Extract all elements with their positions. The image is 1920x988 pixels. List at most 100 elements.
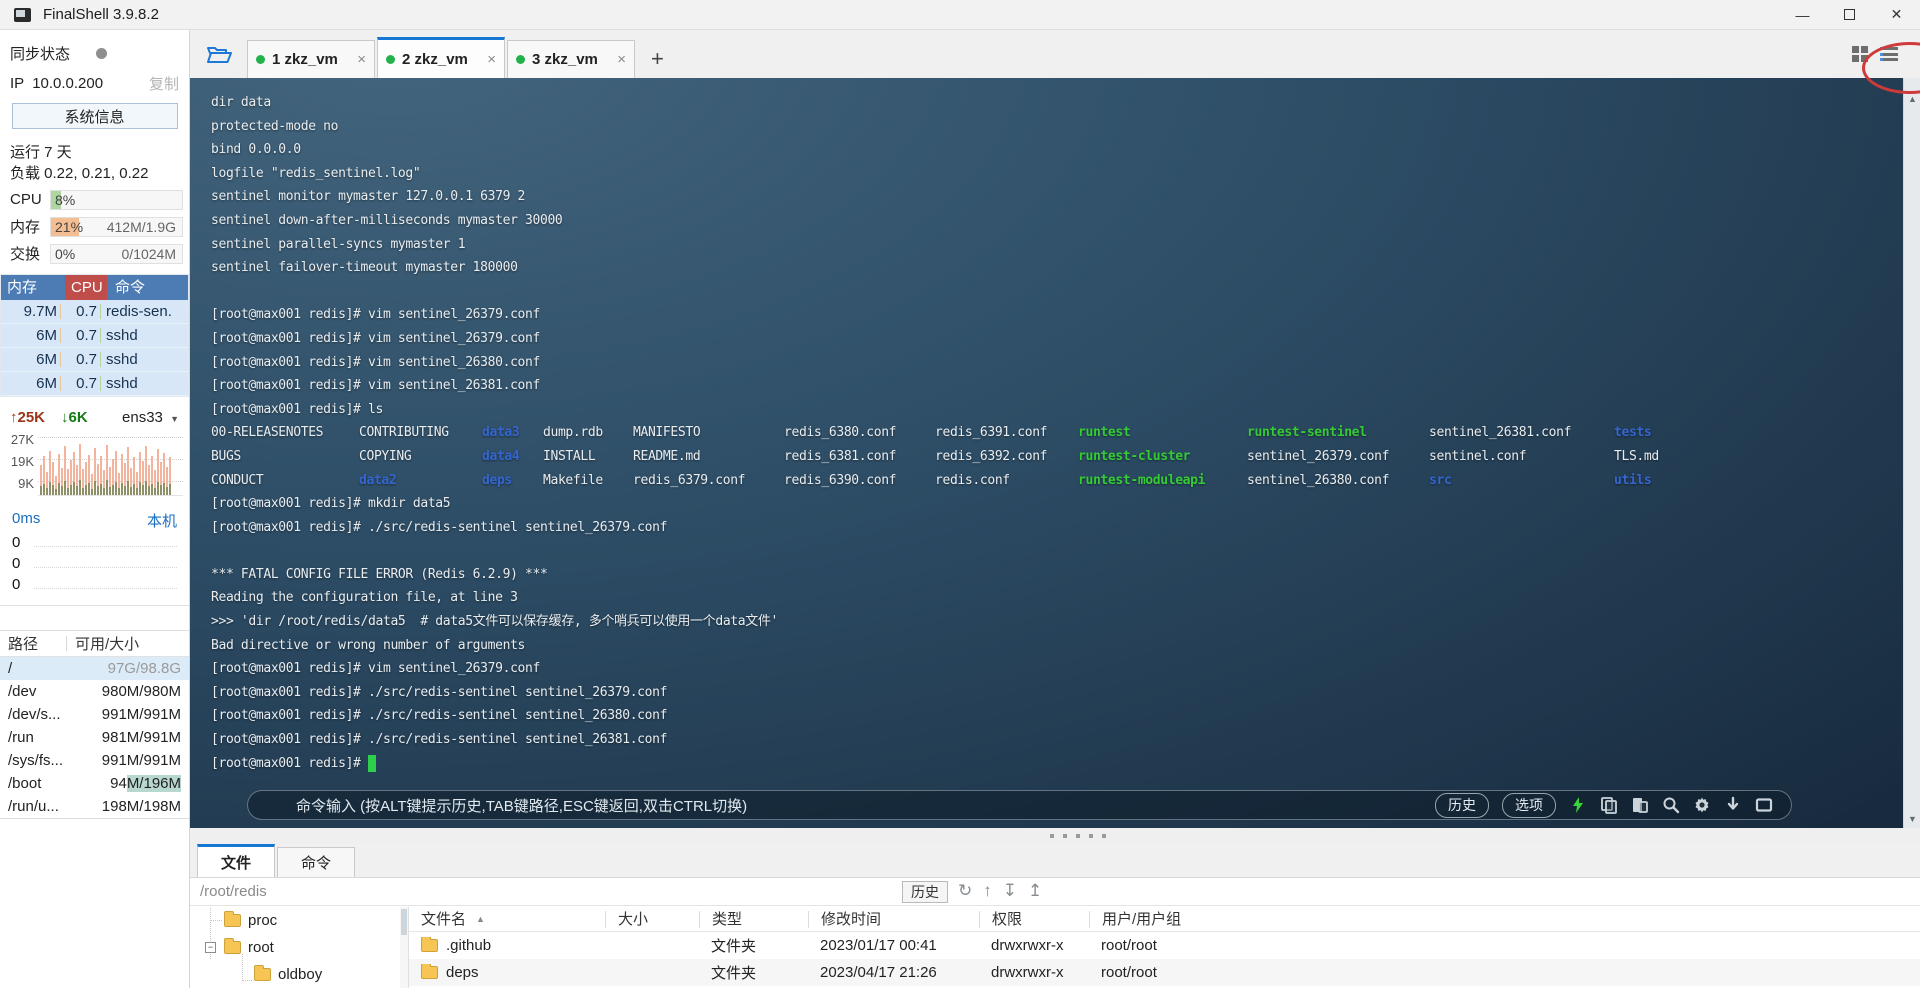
file-row[interactable]: .github文件夹2023/01/17 00:41drwxrwxr-xroot… [409, 932, 1920, 959]
terminal-line: [root@max001 redis]# mkdir data5 [211, 492, 1880, 516]
process-row[interactable]: 6M0.7sshd [1, 372, 188, 396]
process-row[interactable]: 9.7M0.7redis-sen. [1, 300, 188, 324]
monitor-icon[interactable] [1755, 796, 1773, 814]
tab-close-icon[interactable]: × [357, 51, 366, 68]
layout-grid-icon[interactable] [1852, 46, 1868, 62]
tree-item-root[interactable]: − root [190, 934, 408, 961]
terminal-scrollbar[interactable]: ▲ ▼ [1903, 78, 1920, 828]
disk-row[interactable]: /boot94M/196M [0, 772, 189, 795]
terminal-line: sentinel parallel-syncs mymaster 1 [211, 233, 1880, 257]
refresh-icon[interactable]: ↻ [958, 881, 972, 901]
path-history-button[interactable]: 历史 [902, 881, 948, 903]
terminal-line: [root@max001 redis]# [211, 752, 1880, 776]
column-header-size[interactable]: 大小 [605, 911, 699, 928]
splitter-handle-icon[interactable] [1050, 834, 1106, 838]
terminal-line: BUGSCOPYINGdata4INSTALLREADME.mdredis_63… [211, 445, 1880, 469]
terminal-area[interactable]: dir dataprotected-mode nobind 0.0.0.0log… [190, 78, 1920, 828]
column-header-filename[interactable]: 文件名▲ [409, 911, 605, 928]
copy-ip-button[interactable]: 复制 [149, 73, 179, 94]
scroll-down-icon[interactable]: ▼ [1904, 814, 1920, 824]
terminal-output: dir dataprotected-mode nobind 0.0.0.0log… [211, 91, 1880, 775]
tab-2-zkz_vm[interactable]: 2 zkz_vm × [377, 37, 505, 78]
gear-icon[interactable] [1693, 796, 1711, 814]
process-header-cpu[interactable]: CPU [65, 275, 107, 300]
hamburger-menu-icon[interactable] [1880, 46, 1898, 62]
copy-icon[interactable] [1600, 796, 1618, 814]
terminal-line: sentinel monitor mymaster 127.0.0.1 6379… [211, 185, 1880, 209]
disk-row[interactable]: /97G/98.8G [0, 657, 189, 680]
disk-row[interactable]: /sys/fs...991M/991M [0, 749, 189, 772]
disk-header-path[interactable]: 路径 [8, 633, 38, 654]
column-header-perm[interactable]: 权限 [979, 911, 1089, 928]
search-icon[interactable] [1662, 796, 1680, 814]
close-button[interactable]: ✕ [1873, 0, 1920, 30]
tree-scrollbar[interactable] [400, 907, 408, 988]
process-table: 内存 CPU 命令 9.7M0.7redis-sen.6M0.7sshd6M0.… [0, 274, 189, 397]
column-header-mtime[interactable]: 修改时间 [808, 911, 979, 928]
lightning-bolt-icon[interactable] [1569, 796, 1587, 814]
tab-1-zkz_vm[interactable]: 1 zkz_vm × [247, 40, 375, 78]
process-header-command[interactable]: 命令 [107, 275, 188, 300]
swap-detail: 0/1024M [122, 246, 176, 262]
tab-3-zkz_vm[interactable]: 3 zkz_vm × [507, 40, 635, 78]
tab-close-icon[interactable]: × [617, 51, 626, 68]
disk-row[interactable]: /dev980M/980M [0, 680, 189, 703]
folder-icon [421, 939, 438, 952]
terminal-line: logfile "redis_sentinel.log" [211, 162, 1880, 186]
paste-icon[interactable] [1631, 796, 1649, 814]
column-header-owner[interactable]: 用户/用户组 [1089, 911, 1920, 928]
terminal-line: [root@max001 redis]# vim sentinel_26379.… [211, 303, 1880, 327]
disk-header-size[interactable]: 可用/大小 [75, 633, 139, 654]
new-tab-button[interactable]: + [651, 46, 664, 72]
ping-row: 0 [0, 532, 189, 553]
window-title: FinalShell 3.9.8.2 [43, 6, 159, 23]
panel-splitter[interactable] [190, 828, 1920, 844]
memory-detail: 412M/1.9G [107, 219, 176, 235]
ping-row: 0 [0, 574, 189, 595]
terminal-line: [root@max001 redis]# ./src/redis-sentine… [211, 516, 1880, 540]
ping-host-selector[interactable]: 本机 [147, 510, 177, 532]
system-info-button[interactable]: 系统信息 [12, 103, 178, 129]
tree-item-proc[interactable]: proc [190, 907, 408, 934]
open-connection-folder-icon[interactable] [206, 43, 233, 70]
upload-file-icon[interactable]: ↥ [1028, 881, 1042, 901]
terminal-line [211, 280, 1880, 304]
net-interface-selector[interactable]: ens33 ▼ [122, 409, 179, 426]
path-input[interactable]: /root/redis [200, 883, 267, 900]
terminal-line: sentinel down-after-milliseconds mymaste… [211, 209, 1880, 233]
process-row[interactable]: 6M0.7sshd [1, 348, 188, 372]
maximize-button[interactable] [1826, 0, 1873, 30]
memory-percent: 21% [55, 219, 83, 235]
up-directory-icon[interactable]: ↑ [983, 881, 992, 901]
tab-commands[interactable]: 命令 [277, 847, 355, 877]
process-row[interactable]: 6M0.7sshd [1, 324, 188, 348]
memory-label: 内存 [10, 216, 50, 237]
swap-meter: 0% 0/1024M [50, 244, 183, 264]
download-arrow-icon[interactable] [1724, 796, 1742, 814]
net-tick-9k: 9K [4, 476, 34, 498]
file-row[interactable]: deps文件夹2023/04/17 21:26drwxrwxr-xroot/ro… [409, 959, 1920, 986]
scroll-up-icon[interactable]: ▲ [1904, 94, 1920, 104]
disk-row[interactable]: /dev/s...991M/991M [0, 703, 189, 726]
command-input-hint: 命令输入 (按ALT键提示历史,TAB键路径,ESC键返回,双击CTRL切换) [296, 795, 747, 816]
column-header-type[interactable]: 类型 [699, 911, 808, 928]
connection-status-dot-icon [256, 55, 265, 64]
disk-row[interactable]: /run981M/991M [0, 726, 189, 749]
disk-row[interactable]: /run/u...198M/198M [0, 795, 189, 818]
terminal-cursor [368, 755, 376, 772]
collapse-expander-icon[interactable]: − [205, 942, 216, 953]
tree-item-oldboy[interactable]: oldboy [190, 961, 408, 988]
download-file-icon[interactable]: ↧ [1003, 881, 1017, 901]
minimize-button[interactable]: — [1779, 0, 1826, 30]
command-input-bar[interactable]: 命令输入 (按ALT键提示历史,TAB键路径,ESC键返回,双击CTRL切换) … [247, 790, 1792, 820]
ip-value: 10.0.0.200 [32, 75, 103, 92]
tab-files[interactable]: 文件 [197, 844, 275, 877]
options-button[interactable]: 选项 [1502, 793, 1556, 818]
tab-close-icon[interactable]: × [487, 51, 496, 68]
history-button[interactable]: 历史 [1435, 793, 1489, 818]
terminal-line: *** FATAL CONFIG FILE ERROR (Redis 6.2.9… [211, 563, 1880, 587]
process-header-memory[interactable]: 内存 [1, 275, 65, 300]
memory-meter: 21% 412M/1.9G [50, 217, 183, 237]
swap-percent: 0% [55, 246, 75, 262]
file-table: 文件名▲ 大小 类型 修改时间 权限 用户/用户组 .github文件夹2023… [409, 907, 1920, 988]
